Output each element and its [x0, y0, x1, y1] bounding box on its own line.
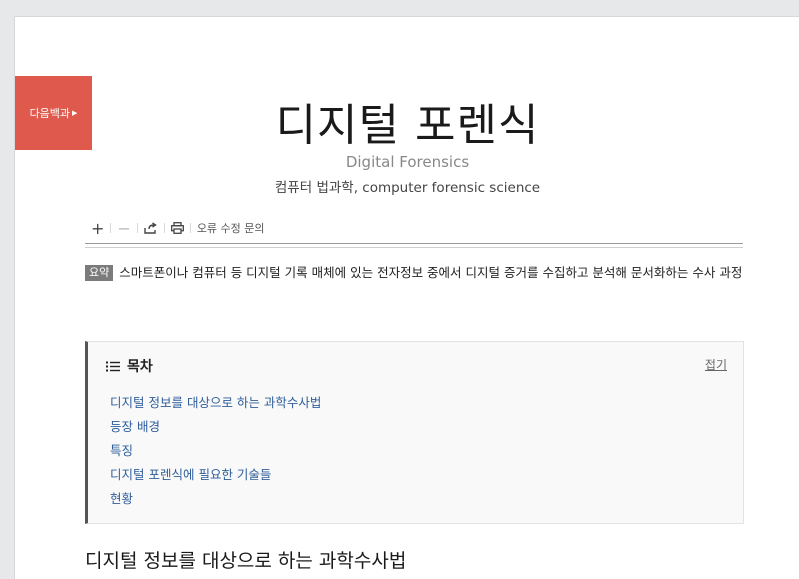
list-icon	[106, 361, 120, 371]
toc-list: 디지털 정보를 대상으로 하는 과학수사법 등장 배경 특징 디지털 포렌식에 …	[110, 391, 321, 511]
browser-top-strip	[0, 0, 799, 16]
header-divider	[85, 243, 743, 248]
article-toolbar: + − 오류 수정 문의	[85, 217, 743, 239]
toc-item[interactable]: 디지털 포렌식에 필요한 기술들	[110, 463, 321, 487]
toc-collapse-link[interactable]: 접기	[705, 356, 727, 373]
share-button[interactable]	[138, 219, 164, 237]
article-page: 다음백과 ▶ 디지털 포렌식 Digital Forensics 컴퓨터 법과학…	[14, 16, 799, 579]
section-heading: 디지털 정보를 대상으로 하는 과학수사법	[85, 550, 407, 572]
toc-item[interactable]: 특징	[110, 439, 321, 463]
alternate-names: 컴퓨터 법과학, computer forensic science	[274, 180, 541, 196]
page-title: 디지털 포렌식	[275, 100, 540, 151]
toc-title: 목차	[127, 359, 153, 375]
summary-block: 요약 스마트폰이나 컴퓨터 등 디지털 기록 매체에 있는 전자정보 중에서 디지…	[85, 262, 745, 284]
minus-icon: −	[117, 218, 131, 238]
printer-icon	[170, 222, 184, 234]
english-subtitle: Digital Forensics	[345, 153, 470, 171]
summary-text: 스마트폰이나 컴퓨터 등 디지털 기록 매체에 있는 전자정보 중에서 디지털 …	[119, 265, 743, 280]
toc-item[interactable]: 현황	[110, 487, 321, 511]
share-icon	[144, 222, 157, 234]
plus-icon: +	[91, 218, 105, 238]
toc-item[interactable]: 디지털 정보를 대상으로 하는 과학수사법	[110, 391, 321, 415]
toc-header: 목차	[106, 356, 153, 376]
summary-tag: 요약	[85, 265, 114, 281]
font-decrease-button[interactable]: −	[111, 218, 136, 238]
font-increase-button[interactable]: +	[85, 218, 110, 238]
error-report-link[interactable]: 오류 수정 문의	[191, 220, 265, 236]
print-button[interactable]	[165, 219, 190, 237]
toc-item[interactable]: 등장 배경	[110, 415, 321, 439]
table-of-contents: 목차 접기 디지털 정보를 대상으로 하는 과학수사법 등장 배경 특징 디지털…	[85, 341, 744, 524]
